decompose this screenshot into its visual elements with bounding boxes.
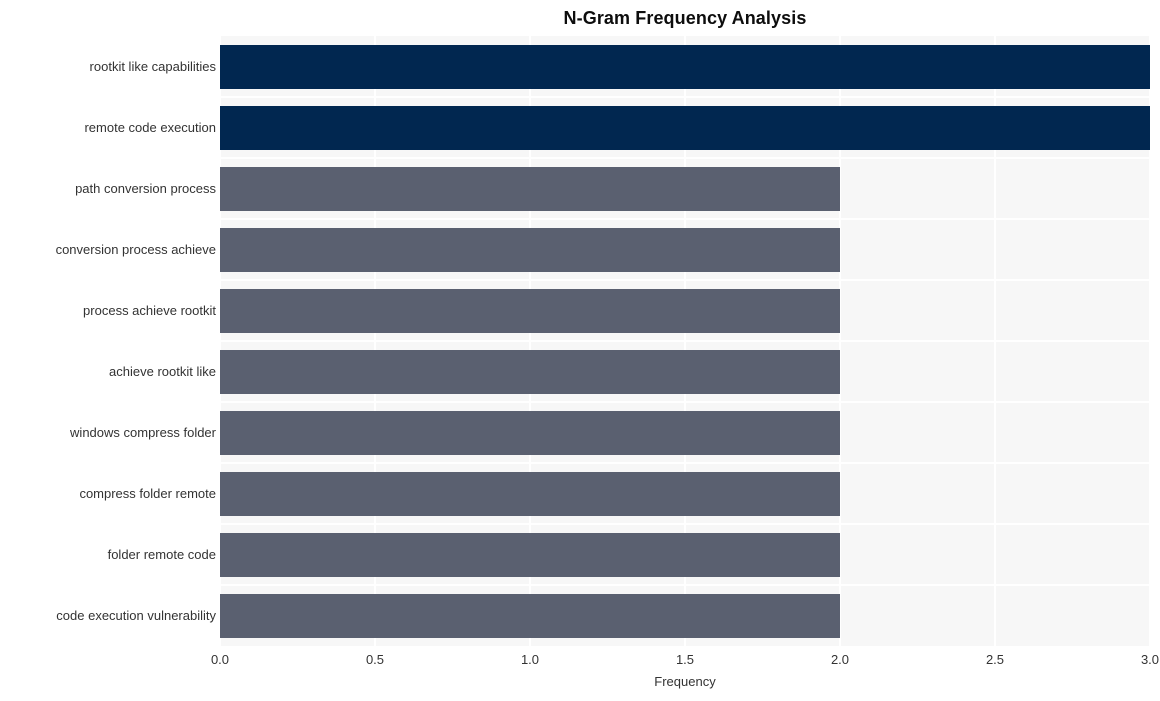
gridline-horizontal <box>220 279 1150 281</box>
bar[interactable] <box>220 349 840 394</box>
bar[interactable] <box>220 593 840 638</box>
x-axis-tick-label: 0.0 <box>210 652 230 667</box>
bar[interactable] <box>220 410 840 455</box>
gridline-horizontal <box>220 218 1150 220</box>
chart-title: N-Gram Frequency Analysis <box>563 8 807 28</box>
gridline-horizontal <box>220 157 1150 159</box>
y-axis-tick-label: code execution vulnerability <box>56 607 216 623</box>
bar[interactable] <box>220 166 840 211</box>
y-axis-tick-label: rootkit like capabilities <box>89 58 216 74</box>
bar[interactable] <box>220 44 1150 89</box>
gridline-horizontal <box>220 340 1150 342</box>
y-axis-tick-label: folder remote code <box>107 546 216 562</box>
x-axis-tick-label: 2.5 <box>985 652 1005 667</box>
y-axis-tick-label: windows compress folder <box>70 424 216 440</box>
y-axis-tick-label: achieve rootkit like <box>109 363 216 379</box>
x-axis-tick-label: 2.0 <box>830 652 850 667</box>
y-axis-tick-label: remote code execution <box>84 119 216 135</box>
x-axis-label: Frequency <box>654 674 716 689</box>
bar[interactable] <box>220 227 840 272</box>
y-axis-tick-label: conversion process achieve <box>55 241 216 257</box>
gridline-horizontal <box>220 462 1150 464</box>
y-axis-tick-label: path conversion process <box>75 180 216 196</box>
y-axis-tick-label: compress folder remote <box>79 485 216 501</box>
gridline-horizontal <box>220 523 1150 525</box>
gridline-horizontal <box>220 96 1150 98</box>
bar[interactable] <box>220 105 1150 150</box>
plot-area <box>220 36 1150 646</box>
y-axis-tick-label: process achieve rootkit <box>83 302 216 318</box>
bar[interactable] <box>220 532 840 577</box>
bar[interactable] <box>220 288 840 333</box>
x-axis-tick-label: 1.5 <box>675 652 695 667</box>
gridline-horizontal <box>220 401 1150 403</box>
x-axis-tick-label: 3.0 <box>1140 652 1160 667</box>
x-axis-tick-label: 1.0 <box>520 652 540 667</box>
ngram-frequency-bar-chart: N-Gram Frequency Analysis rootkit like c… <box>0 0 1160 701</box>
bar[interactable] <box>220 471 840 516</box>
x-axis-tick-label: 0.5 <box>365 652 385 667</box>
gridline-horizontal <box>220 584 1150 586</box>
